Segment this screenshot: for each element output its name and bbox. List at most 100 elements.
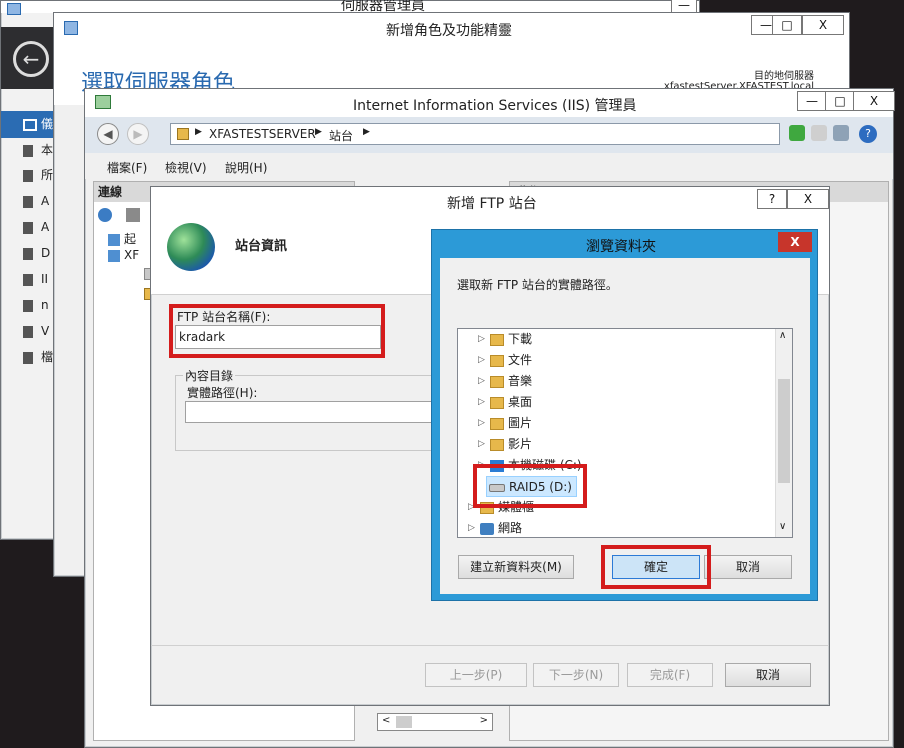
menu-help[interactable]: 說明(H) [225,159,267,176]
expand-arrow-icon[interactable]: ▷ [478,329,490,350]
expand-arrow-icon[interactable]: ▷ [478,371,490,392]
connect-icon[interactable] [98,208,112,222]
scroll-up-icon[interactable]: ∧ [779,330,786,341]
tree-item-downloads[interactable]: ▷ 下載 [478,329,532,350]
iis-icon [23,273,33,286]
tree-item-music[interactable]: ▷ 音樂 [478,371,532,392]
forward-button[interactable]: ▶ [127,123,149,145]
sidebar-item-adfs[interactable]: A [1,214,55,240]
sidebar-item-dns[interactable]: D [1,240,55,266]
ftp-dialog-close-button[interactable]: X [787,189,829,209]
wizard-maximize-button[interactable]: □ [772,15,802,35]
server-node-icon [108,249,120,262]
role-icon [23,325,33,338]
site-icon [177,128,189,140]
desktop-folder-icon [490,396,504,409]
horizontal-scrollbar[interactable]: < > [377,713,493,731]
physical-path-input[interactable] [185,401,435,423]
scroll-thumb[interactable] [396,716,412,728]
stop-icon[interactable] [811,125,827,141]
expand-arrow-icon[interactable]: ▷ [478,434,490,455]
menu-file[interactable]: 檔案(F) [107,159,147,176]
iis-minimize-button[interactable]: — [797,91,827,111]
menu-view[interactable]: 檢視(V) [165,159,207,176]
breadcrumb-separator-icon: ▶ [363,127,370,137]
tree-item-network[interactable]: ▷ 網路 [468,518,522,537]
expand-arrow-icon[interactable]: ▷ [478,392,490,413]
sidebar-item-v[interactable]: V [1,318,55,344]
tree-item-start[interactable]: 起 [108,230,136,247]
scroll-right-icon[interactable]: > [480,715,488,726]
music-folder-icon [490,375,504,388]
help-icon[interactable]: ? [859,125,877,143]
wizard-title: 新增角色及功能精靈 [386,23,512,39]
iis-menubar: 檔案(F) 檢視(V) 說明(H) [85,153,893,179]
browse-titlebar: 瀏覽資料夾 X [432,230,817,258]
expand-arrow-icon[interactable]: ▷ [478,413,490,434]
breadcrumb-separator-icon: ▶ [315,127,322,137]
wizard-close-button[interactable]: X [802,15,844,35]
role-icon [23,299,33,312]
tree-item-videos[interactable]: ▷ 影片 [478,434,532,455]
pictures-folder-icon [490,417,504,430]
cancel-button[interactable]: 取消 [725,663,811,687]
servers-icon [23,169,33,182]
files-icon [23,351,33,364]
server-icon [23,144,33,157]
scroll-left-icon[interactable]: < [382,715,390,726]
previous-button[interactable]: 上一步(P) [425,663,527,687]
ftp-dialog-footer-line [151,645,829,646]
ftp-dialog-titlebar: 新增 FTP 站台 ? X [151,187,829,215]
back-icon[interactable]: ← [13,41,49,77]
tree-vertical-scrollbar[interactable]: ∧ ∨ [775,329,792,537]
start-page-icon [108,233,120,246]
browse-cancel-button[interactable]: 取消 [704,555,792,579]
next-button[interactable]: 下一步(N) [533,663,619,687]
iis-address-bar: ◀ ▶ ▶ XFASTESTSERVER ▶ 站台 ▶ ? [85,117,893,153]
sidebar-item-all[interactable]: 所 [1,163,55,188]
iis-app-icon [95,95,111,109]
iis-close-button[interactable]: X [853,91,895,111]
tree-item-server[interactable]: XF [108,248,139,262]
sidebar-item-ad[interactable]: A [1,188,55,214]
scroll-down-icon[interactable]: ∨ [779,521,786,532]
breadcrumb-sites[interactable]: 站台 [329,127,353,144]
browse-body: 選取新 FTP 站台的實體路徑。 ▷ 下載 ▷ 文件 ▷ 音樂 ▷ 桌面 ▷ 圖片 ▷ 影片… [440,258,810,594]
browse-close-button[interactable]: X [778,232,812,252]
tree-item-documents[interactable]: ▷ 文件 [478,350,532,371]
scroll-thumb[interactable] [778,379,790,483]
iis-maximize-button[interactable]: □ [825,91,855,111]
save-icon[interactable] [126,208,140,222]
network-icon [480,522,494,535]
download-folder-icon [490,333,504,346]
sidebar-item-iis[interactable]: II [1,266,55,292]
tree-item-desktop[interactable]: ▷ 桌面 [478,392,532,413]
expand-arrow-icon[interactable]: ▷ [468,518,480,537]
sidebar-item-dashboard[interactable]: 儀 [1,111,55,138]
iis-title: Internet Information Services (IIS) 管理員 [353,98,637,114]
back-button[interactable]: ◀ [97,123,119,145]
address-field[interactable]: ▶ XFASTESTSERVER ▶ 站台 ▶ [170,123,780,145]
dns-icon [23,247,33,260]
sidebar-item-local[interactable]: 本 [1,138,55,163]
app-icon [7,3,21,15]
globe-icon [167,223,215,271]
refresh-icon[interactable] [789,125,805,141]
server-manager-sidebar: 儀 本 所 A A D II n V 檔 [1,111,55,370]
home-icon[interactable] [833,125,849,141]
dashboard-icon [23,118,37,131]
finish-button[interactable]: 完成(F) [627,663,713,687]
breadcrumb-server[interactable]: XFASTESTSERVER [209,127,316,141]
new-folder-button[interactable]: 建立新資料夾(M) [458,555,574,579]
wizard-titlebar: 新增角色及功能精靈 — □ X [54,13,849,45]
highlight-ok-button [601,545,711,589]
wizard-app-icon [64,21,78,35]
adfs-icon [23,221,33,234]
ftp-dialog-help-button[interactable]: ? [757,189,787,209]
sidebar-item-files[interactable]: 檔 [1,344,55,370]
breadcrumb-separator-icon: ▶ [195,127,202,137]
expand-arrow-icon[interactable]: ▷ [478,350,490,371]
browse-instruction: 選取新 FTP 站台的實體路徑。 [457,278,618,292]
tree-item-pictures[interactable]: ▷ 圖片 [478,413,532,434]
sidebar-item-n[interactable]: n [1,292,55,318]
